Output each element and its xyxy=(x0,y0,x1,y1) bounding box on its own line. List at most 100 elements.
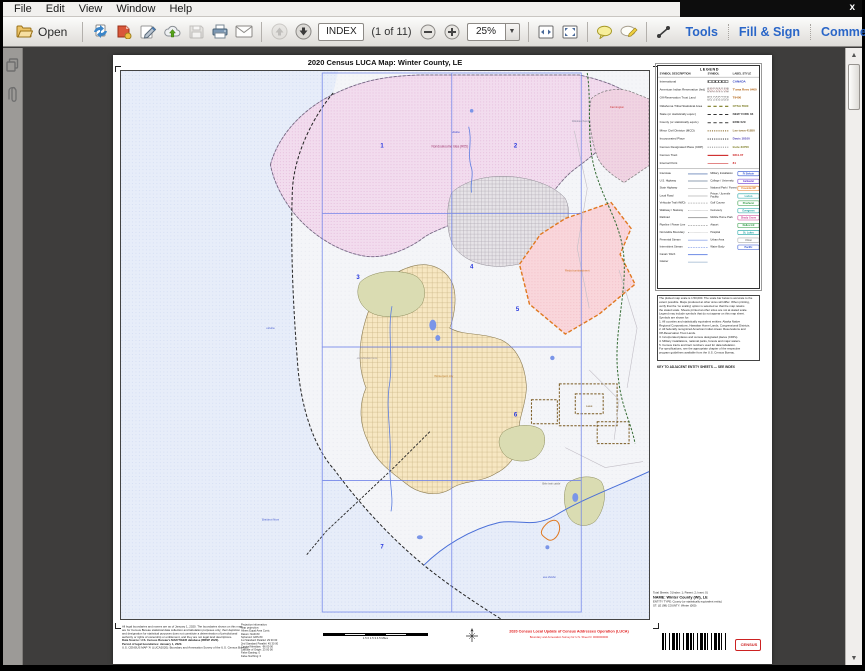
fit-width-button[interactable] xyxy=(535,21,557,43)
share-button[interactable] xyxy=(653,21,675,43)
luca-subtitle: Boundary and Annexation Survey for U.S. … xyxy=(501,634,637,641)
legend-color-box: Yosemite NP xyxy=(738,186,760,191)
legend-symbol xyxy=(708,114,729,115)
menu-item[interactable]: Help xyxy=(162,2,199,16)
legend-row: College / University Gallaudet xyxy=(710,177,759,184)
highlight-button[interactable] xyxy=(618,21,640,43)
luca-footer: 2020 Census Local Update of Census Addre… xyxy=(501,629,637,641)
map-notes: The plotted map scale is 1:50,000. The s… xyxy=(657,295,760,361)
zoom-level-value[interactable]: 25% xyxy=(467,23,505,41)
road-label: otterwhitefield roms xyxy=(357,357,378,360)
legend-row: Urban Area Urban xyxy=(710,236,759,243)
zoom-in-button[interactable] xyxy=(441,21,463,43)
sign-button[interactable] xyxy=(137,21,159,43)
menu-item[interactable]: Window xyxy=(109,2,162,16)
scrollbar-thumb[interactable] xyxy=(848,64,860,110)
map-canvas: 1 2 3 4 5 6 7 Nondoukoume Idea (R05) uli… xyxy=(120,70,650,620)
link-icon xyxy=(656,25,671,39)
page-thumbnails-icon[interactable] xyxy=(6,58,19,72)
legend-row: Military Installation Ft Belvoir xyxy=(710,170,759,177)
menu-item[interactable]: File xyxy=(7,2,39,16)
legend-symbol xyxy=(708,155,729,156)
scale-bar: 1.5 0 1.5 3 4.5 Miles xyxy=(323,633,428,644)
next-page-button[interactable] xyxy=(292,21,314,43)
legend-row: U.S. Highway xyxy=(660,177,711,184)
water-label-bottom: ase iliskfar xyxy=(543,575,557,579)
fit-page-button[interactable] xyxy=(559,21,581,43)
legend-symbol xyxy=(688,210,708,211)
legend-symbol xyxy=(688,173,708,174)
menu-bar: FileEditViewWindowHelp x xyxy=(3,2,862,17)
corner-mark xyxy=(115,623,121,629)
navigation-rail xyxy=(3,48,23,665)
projection-info: Projection information:Map projection:Al… xyxy=(241,623,297,658)
folder-icon xyxy=(16,25,33,38)
legend-row: Mobile Home Park Shady Grove xyxy=(710,214,759,221)
fill-sign-button[interactable]: Fill & Sign xyxy=(729,25,810,39)
attachments-icon[interactable] xyxy=(7,86,18,104)
water-label-left: uliskia xyxy=(266,326,275,330)
print-button[interactable] xyxy=(209,21,231,43)
scroll-up-button[interactable]: ▲ xyxy=(847,48,861,62)
legend-row: Perennial Stream xyxy=(660,236,711,243)
legend-row: Glacier xyxy=(660,258,711,265)
legend-symbol xyxy=(688,240,708,241)
legend-row: Local Road xyxy=(660,192,711,199)
footer-disclaimer: All legal boundaries and names are as of… xyxy=(122,625,237,649)
area-label-topright: Wakkiauchamko xyxy=(572,119,591,123)
legend-row: National Park / Forest Yosemite NP xyxy=(710,185,759,192)
main-area: 2020 Census LUCA Map: Winter County, LE xyxy=(3,48,862,665)
tools-button[interactable]: Tools xyxy=(676,25,728,39)
send-file-icon xyxy=(116,24,132,39)
cloud-upload-button[interactable] xyxy=(161,21,183,43)
fit-page-icon xyxy=(562,25,578,39)
comment-panel-button[interactable]: Comment xyxy=(811,25,865,39)
zoom-dropdown-button[interactable]: ▼ xyxy=(505,23,520,41)
minus-icon xyxy=(420,24,436,40)
legend-row: Minor Civil Division (MCD) Lee town 4185… xyxy=(658,126,760,134)
highlighter-icon xyxy=(620,25,638,39)
vertical-scrollbar[interactable]: ▲ ▼ xyxy=(845,48,862,665)
legend-color-box: Evergreen xyxy=(738,208,760,213)
north-arrow-icon xyxy=(465,627,479,643)
key-to-adjacent-line: KEY TO ADJACENT ENTITY SHEETS — SEE INDE… xyxy=(657,365,760,369)
legend-symbol xyxy=(708,88,729,92)
legend-row: Walkway / Stairway xyxy=(660,207,711,214)
sticky-note-button[interactable] xyxy=(594,21,616,43)
legend-symbol xyxy=(688,262,708,263)
reservation-label: Nondoukoume Idea (R05) xyxy=(432,145,468,149)
water-label-mid: Brattara filova xyxy=(262,517,280,521)
military-label: Lasat xyxy=(586,404,593,408)
previous-page-button[interactable] xyxy=(268,21,290,43)
legend-color-box: Lorton xyxy=(738,193,760,198)
open-button[interactable]: Open xyxy=(10,21,76,43)
annex-label: Reda bombardment xyxy=(565,268,590,272)
scroll-down-button[interactable]: ▼ xyxy=(847,651,861,665)
close-icon[interactable]: x xyxy=(849,3,855,13)
page-number-input[interactable] xyxy=(318,23,364,41)
legend-row: American Indian Reservation (fed) T'ama … xyxy=(658,86,760,94)
legend-symbol xyxy=(708,106,729,107)
pen-icon xyxy=(140,24,157,39)
menu-item[interactable]: Edit xyxy=(39,2,72,16)
save-disk-button[interactable] xyxy=(185,21,207,43)
legend-row: Oklahoma Tribal Statistical Area OTSA 55… xyxy=(658,102,760,110)
barcode xyxy=(662,633,726,650)
legend-color-box: Shady Grove xyxy=(738,215,760,220)
document-viewport[interactable]: 2020 Census LUCA Map: Winter County, LE xyxy=(23,48,845,665)
reservation-sub-label: uliskia xyxy=(452,130,460,134)
disk-icon xyxy=(189,24,204,39)
legend-row: Interstate xyxy=(660,170,711,177)
app-window: FileEditViewWindowHelp x Open xyxy=(3,2,862,665)
legend-row: Airport Dulles Intl xyxy=(710,222,759,229)
legend-symbol xyxy=(688,225,708,226)
menu-item[interactable]: View xyxy=(72,2,110,16)
legend-symbol xyxy=(708,138,729,139)
email-button[interactable] xyxy=(233,21,255,43)
legend: LEGEND SYMBOL DESCRIPTION SYMBOL LABEL S… xyxy=(657,65,760,289)
legend-color-box: Pinehurst xyxy=(738,201,760,206)
save-file-button[interactable] xyxy=(89,21,111,43)
legend-row: Cemetery Evergreen xyxy=(710,207,759,214)
zoom-out-button[interactable] xyxy=(417,21,439,43)
send-file-button[interactable] xyxy=(113,21,135,43)
